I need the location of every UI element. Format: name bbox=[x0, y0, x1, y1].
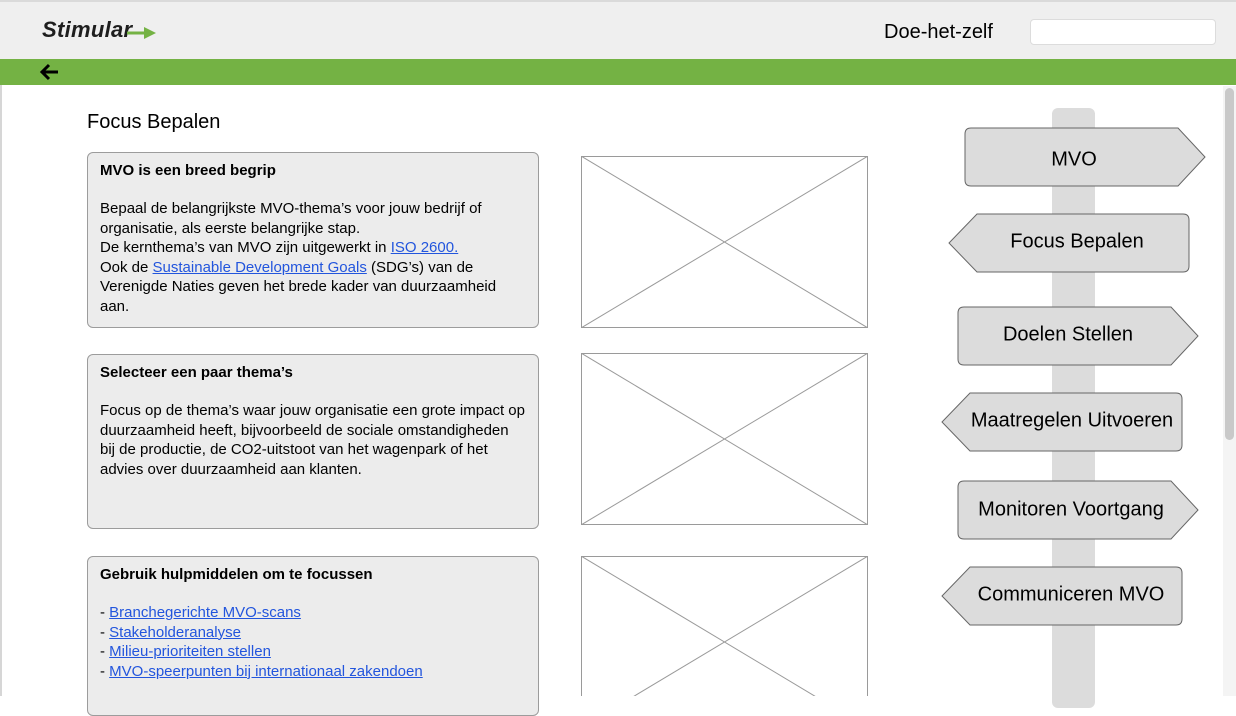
page-title: Focus Bepalen bbox=[87, 111, 221, 133]
signpost-item-monitoren[interactable]: Monitoren Voortgang bbox=[978, 499, 1164, 522]
vertical-scrollbar[interactable] bbox=[1223, 86, 1236, 696]
signpost-item-focus-bepalen[interactable]: Focus Bepalen bbox=[1010, 231, 1143, 254]
international-link[interactable]: MVO-speerpunten bij internationaal zaken… bbox=[109, 663, 423, 680]
list-bullet: - bbox=[100, 662, 110, 680]
list-bullet: - bbox=[100, 604, 110, 621]
card-paragraph: Bepaal de belangrijkste MVO-thema’s voor… bbox=[100, 200, 482, 237]
arrow-left-icon bbox=[39, 63, 58, 81]
signpost-item-mvo[interactable]: MVO bbox=[1051, 149, 1097, 172]
list-bullet: - bbox=[100, 643, 110, 660]
branche-scans-link[interactable]: Branchegerichte MVO-scans bbox=[109, 604, 301, 621]
sdg-link[interactable]: Sustainable Development Goals bbox=[153, 259, 367, 276]
tools-list: - Branchegerichte MVO-scans - Stakeholde… bbox=[100, 603, 526, 681]
image-placeholder bbox=[581, 353, 868, 525]
list-item: - Branchegerichte MVO-scans bbox=[100, 603, 526, 623]
signpost-item-doelen-stellen[interactable]: Doelen Stellen bbox=[1003, 324, 1133, 347]
info-card-themes: Selecteer een paar thema’s Focus op de t… bbox=[87, 354, 539, 529]
card-body: Focus op de thema’s waar jouw organisati… bbox=[100, 402, 525, 478]
list-item: - MVO-speerpunten bij internationaal zak… bbox=[100, 662, 526, 682]
card-text: Ook de bbox=[100, 258, 153, 276]
image-placeholder bbox=[581, 156, 868, 328]
stakeholder-link[interactable]: Stakeholderanalyse bbox=[109, 624, 241, 641]
card-body: Bepaal de belangrijkste MVO-thema’s voor… bbox=[100, 199, 526, 316]
iso-2600-link[interactable]: ISO 2600. bbox=[391, 239, 459, 256]
signpost-item-communiceren[interactable]: Communiceren MVO bbox=[978, 584, 1165, 607]
card-title: MVO is een breed begrip bbox=[100, 162, 276, 179]
list-bullet: - bbox=[100, 623, 110, 641]
card-title: Selecteer een paar thema’s bbox=[100, 364, 293, 381]
info-card-tools: Gebruik hulpmiddelen om te focussen - Br… bbox=[87, 556, 539, 716]
info-card-mvo: MVO is een breed begrip Bepaal de belang… bbox=[87, 152, 539, 328]
card-title: Gebruik hulpmiddelen om te focussen bbox=[100, 566, 373, 583]
scrollbar-thumb[interactable] bbox=[1225, 88, 1234, 440]
image-placeholder bbox=[581, 556, 868, 696]
card-paragraph: Ook de Sustainable Development Goals (SD… bbox=[100, 258, 526, 317]
card-paragraph: De kernthema’s van MVO zijn uitgewerkt i… bbox=[100, 238, 526, 258]
milieu-link[interactable]: Milieu-prioriteiten stellen bbox=[109, 643, 271, 660]
logo-arrow-icon bbox=[127, 27, 156, 39]
section-title: Doe-het-zelf bbox=[884, 21, 993, 43]
list-item: - Stakeholderanalyse bbox=[100, 623, 526, 643]
stimular-logo[interactable]: Stimular bbox=[42, 17, 132, 43]
navigation-bar bbox=[0, 59, 1236, 85]
signpost-pole bbox=[1052, 108, 1095, 708]
card-text: De kernthema’s van MVO zijn uitgewerkt i… bbox=[100, 239, 391, 256]
top-header: Stimular Doe-het-zelf bbox=[0, 0, 1236, 59]
signpost-item-maatregelen[interactable]: Maatregelen Uitvoeren bbox=[971, 410, 1173, 433]
list-item: - Milieu-prioriteiten stellen bbox=[100, 642, 526, 662]
back-button[interactable] bbox=[38, 61, 62, 83]
search-input[interactable] bbox=[1030, 19, 1216, 45]
